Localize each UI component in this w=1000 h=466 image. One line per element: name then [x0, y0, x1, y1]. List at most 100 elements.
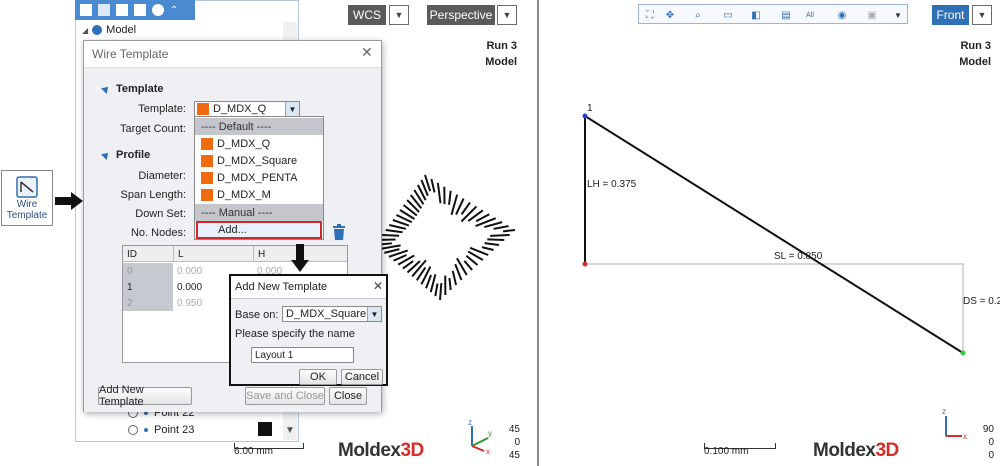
dropdown-add-option[interactable]: Add... [196, 221, 322, 239]
node-label: 1 [587, 103, 593, 114]
hierarchy-tab-icon[interactable] [98, 4, 110, 16]
table-cell-id: 0 [123, 263, 173, 279]
axis-gizmo-icon: z x [942, 407, 967, 441]
option-swatch [201, 188, 213, 201]
option-label: D_MDX_M [217, 188, 271, 201]
scroll-down-icon[interactable]: ▼ [283, 422, 297, 438]
wire-segment [487, 238, 505, 241]
tree-tab-icon[interactable] [80, 4, 92, 16]
option-label: D_MDX_Q [217, 137, 271, 150]
radio-icon[interactable] [128, 425, 138, 435]
target-count-label: Target Count: [119, 123, 186, 135]
diameter-label: Diameter: [138, 170, 186, 182]
dropdown-default-header: ---- Default ---- [195, 118, 323, 135]
properties-tab-icon[interactable] [116, 4, 128, 16]
option-label: D_MDX_PENTA [217, 171, 298, 184]
model-label: Model [485, 56, 517, 68]
table-cell-id: 1 [123, 279, 173, 295]
table-header-id: ID [127, 248, 137, 260]
view-angle-3: 0 [988, 450, 994, 461]
wire-segment [490, 234, 510, 237]
dropdown-option[interactable]: D_MDX_Square [195, 152, 323, 169]
option-swatch [201, 154, 213, 167]
wire-segment [451, 270, 458, 286]
logo-text-a: Moldex [338, 440, 401, 461]
profile-section[interactable]: Profile [101, 149, 151, 161]
tree-root-item[interactable]: ◢ Model [82, 24, 136, 36]
color-swatch-black[interactable] [258, 422, 272, 436]
wire-template-tool[interactable]: Wire Template [1, 170, 53, 226]
template-dropdown-list[interactable]: ---- Default ---- D_MDX_Q D_MDX_Square D… [194, 116, 324, 240]
template-name-input[interactable]: Layout 1 [251, 347, 354, 363]
trash-icon[interactable] [332, 224, 346, 240]
wire-segment [389, 224, 407, 230]
wire-segment [393, 254, 407, 262]
profile-section-label: Profile [116, 149, 151, 161]
wire-segment [481, 246, 494, 251]
table-cell-id: 2 [123, 295, 173, 311]
wire-segment [429, 274, 437, 293]
close-button[interactable]: Close [329, 387, 367, 405]
wire-segment [448, 190, 452, 205]
view-angle-1: 45 [508, 424, 520, 435]
svg-text:y: y [488, 429, 492, 438]
model-node-icon [92, 25, 103, 35]
projection-button[interactable]: Perspective [427, 5, 495, 25]
base-on-value: D_MDX_Square [286, 308, 367, 320]
wire-segment [475, 213, 490, 223]
wire-segment [463, 260, 473, 271]
name-prompt: Please specify the name [235, 328, 355, 340]
scale-label: 6.00 mm [234, 446, 273, 457]
expand-icon[interactable]: ◢ [82, 26, 88, 35]
base-on-select[interactable]: D_MDX_Square ▼ [282, 306, 382, 322]
add-dialog-title: Add New Template [235, 281, 328, 293]
wire-segment [460, 201, 471, 215]
wire-segment [493, 225, 509, 230]
add-new-template-button[interactable]: Add New Template [98, 384, 192, 408]
dropdown-option[interactable]: D_MDX_M [195, 186, 323, 203]
tree-toolbar: ⌃ [75, 0, 195, 20]
template-select-value: D_MDX_Q [213, 103, 267, 115]
span-length-label: Span Length: [120, 189, 186, 201]
tree-item-label: Point 23 [154, 424, 195, 436]
select-arrow-icon[interactable]: ▼ [285, 102, 299, 116]
template-section-label: Template [116, 83, 164, 95]
lh-label: LH = 0.375 [587, 179, 637, 190]
wire-segment [384, 248, 400, 254]
scale-label: 0.100 mm [704, 446, 749, 457]
logo-text-b: 3D [400, 440, 424, 461]
template-label: Template: [138, 103, 186, 115]
option-swatch [201, 171, 213, 184]
template-color-swatch [197, 103, 209, 115]
template-select[interactable]: D_MDX_Q ▼ [194, 101, 300, 117]
select-arrow-icon[interactable]: ▼ [367, 307, 381, 321]
ok-button[interactable]: OK [299, 369, 337, 385]
wire-segment [484, 221, 503, 229]
save-and-close-button[interactable]: Save and Close [245, 387, 325, 405]
tree-item-point-23[interactable]: Point 23 [128, 424, 194, 436]
moldex3d-logo: Moldex3D [813, 440, 899, 462]
option-swatch [201, 137, 213, 150]
run-label: Run 3 [486, 40, 517, 52]
svg-text:z: z [942, 407, 946, 416]
wcs-button[interactable]: WCS [348, 5, 386, 25]
projection-dropdown-arrow[interactable]: ▼ [497, 5, 517, 25]
axis-gizmo-icon: z y x [468, 418, 492, 454]
template-section[interactable]: Template [101, 83, 164, 95]
dropdown-option[interactable]: D_MDX_PENTA [195, 169, 323, 186]
wire-profile-plot [582, 113, 966, 356]
info-tab-icon[interactable] [152, 4, 164, 16]
wire-segment [460, 205, 478, 223]
down-set-label: Down Set: [135, 208, 186, 220]
close-icon[interactable]: ✕ [373, 279, 383, 293]
wire-segment [425, 274, 432, 289]
wcs-dropdown-arrow[interactable]: ▼ [389, 5, 409, 25]
close-icon[interactable]: ✕ [361, 44, 373, 61]
dropdown-option[interactable]: D_MDX_Q [195, 135, 323, 152]
collapse-tab-icon[interactable]: ⌃ [170, 5, 178, 16]
wire-segment [434, 283, 439, 297]
view-angle-2: 0 [988, 437, 994, 448]
layers-tab-icon[interactable] [134, 4, 146, 16]
table-header-l: L [173, 246, 253, 262]
cancel-button[interactable]: Cancel [341, 369, 383, 385]
